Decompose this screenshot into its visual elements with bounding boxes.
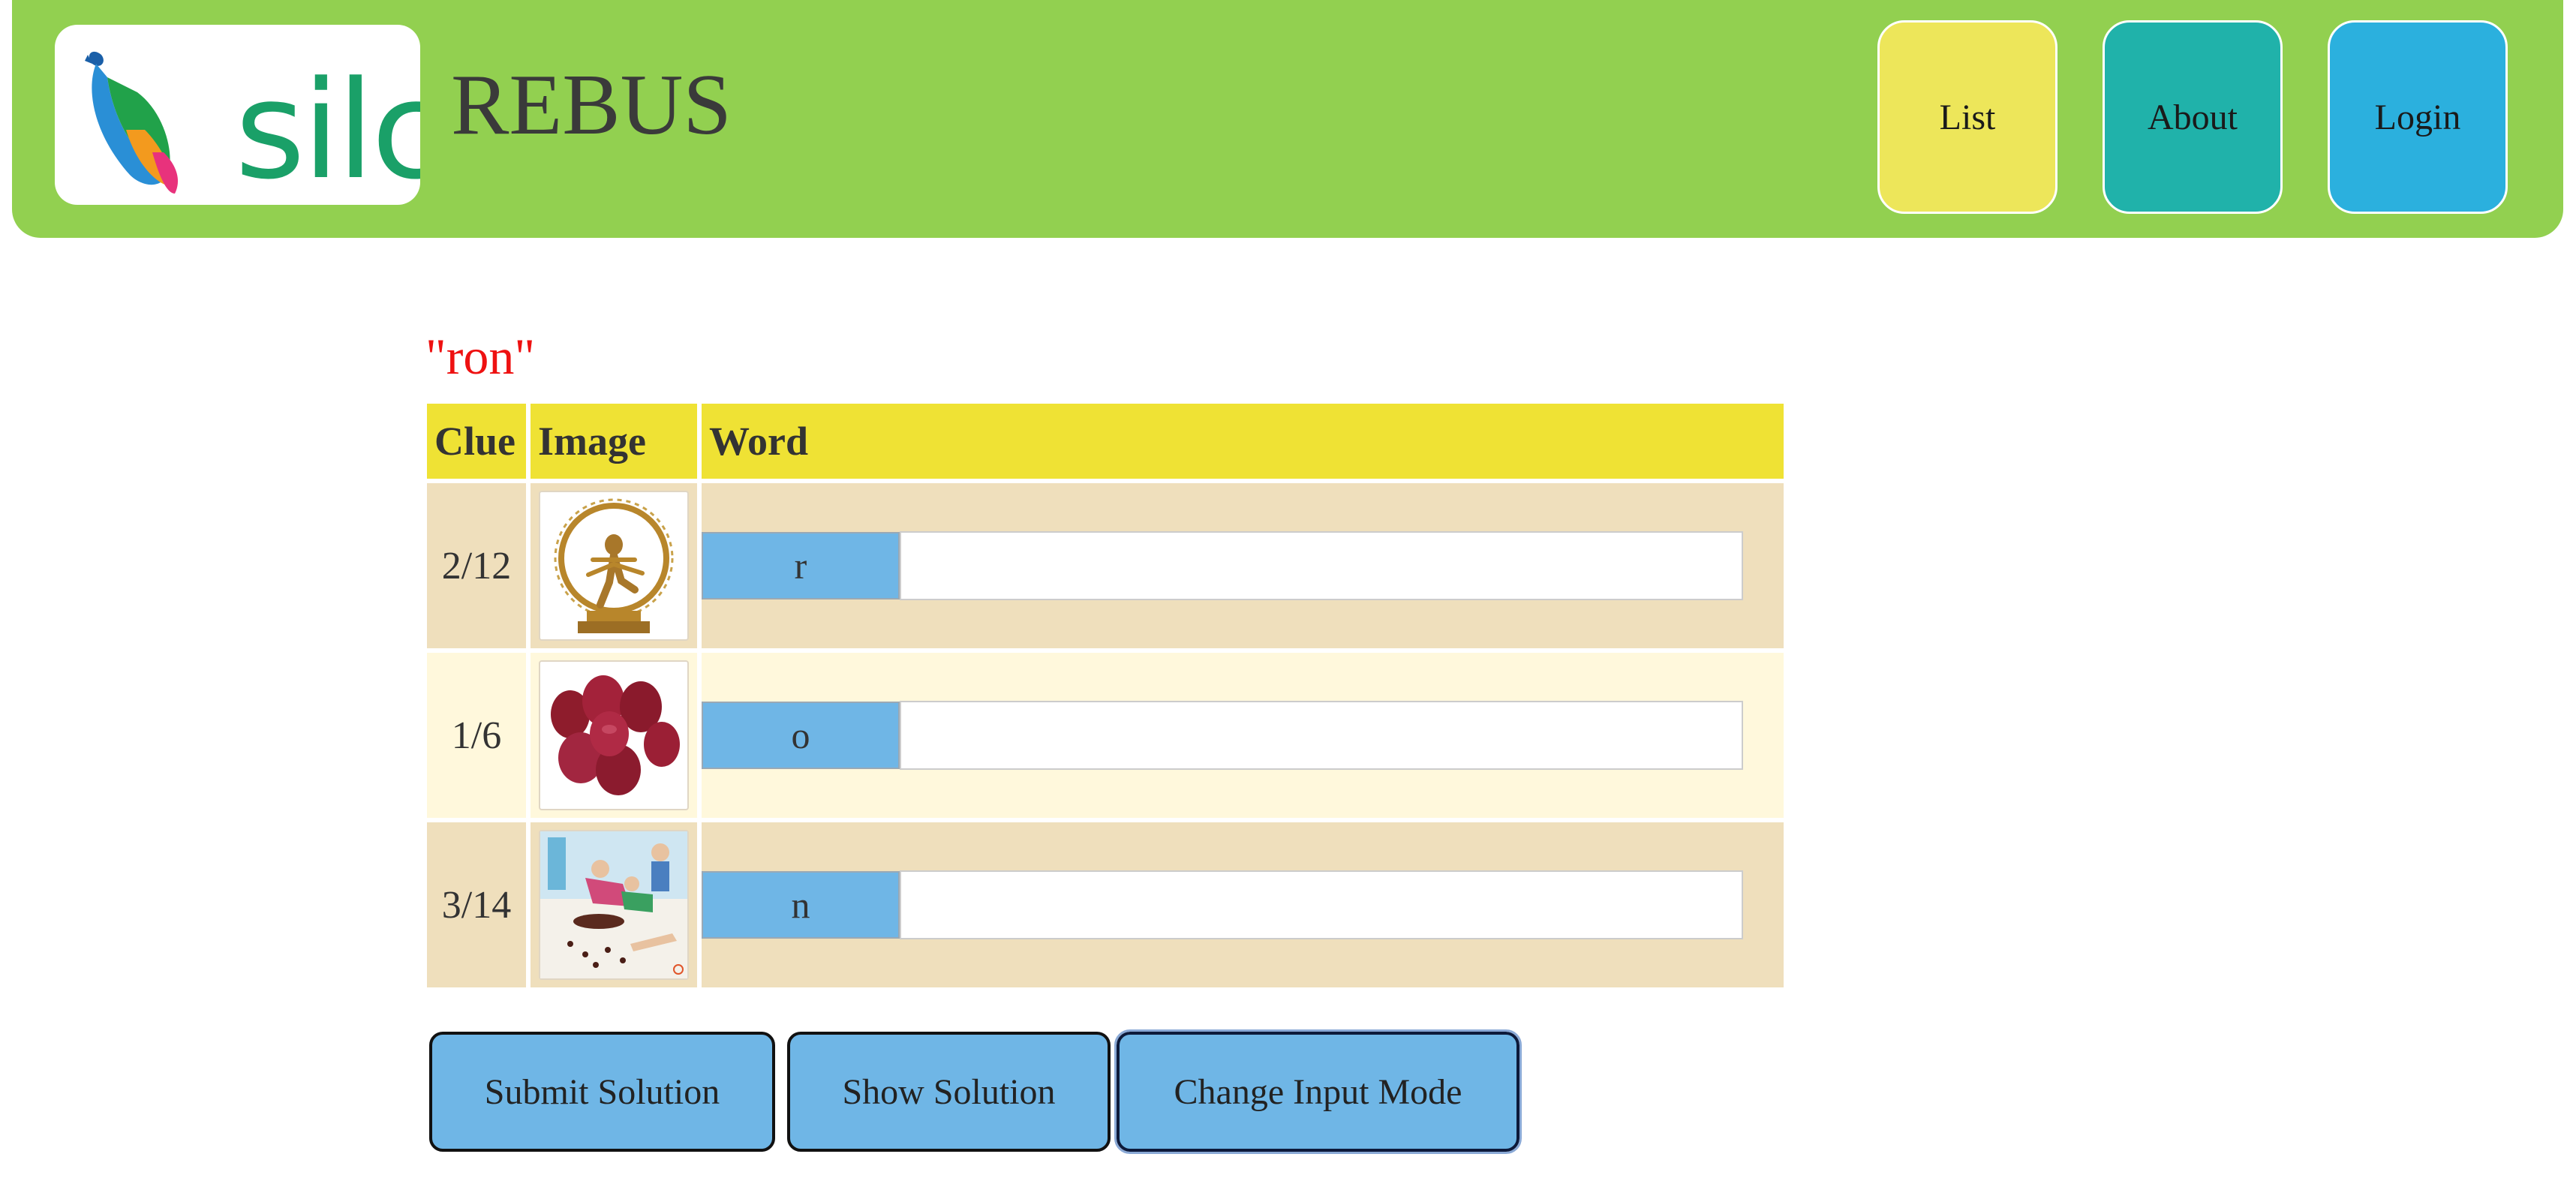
change-input-mode-button[interactable]: Change Input Mode [1114,1029,1522,1154]
clue-cell: 2/12 [427,483,526,648]
app-title: REBUS [451,57,732,153]
silc-logo[interactable]: silc [55,25,420,205]
nav-login-button[interactable]: Login [2328,20,2508,214]
nav-list-button[interactable]: List [1877,20,2057,214]
submit-solution-button[interactable]: Submit Solution [429,1032,775,1152]
column-header-word: Word [702,404,1784,479]
word-input[interactable] [900,701,1743,770]
clue-cell: 3/14 [427,822,526,987]
brand-text: silc [235,53,420,205]
clue-cell: 1/6 [427,653,526,818]
nav-about-button[interactable]: About [2103,20,2283,214]
word-input[interactable] [900,870,1743,939]
show-solution-button[interactable]: Show Solution [787,1032,1111,1152]
red-onions-image [539,660,689,810]
nataraja-statue-image [539,491,689,641]
table-row: 3/14 n [427,822,1784,987]
table-row: 1/6 o [427,653,1784,818]
rebus-table: Clue Image Word 2/12 r 1/6 o 3/14 n [422,399,1788,992]
letter-hint: n [702,871,900,939]
word-input[interactable] [900,531,1743,600]
children-cartoon-image [539,830,689,980]
column-header-clue: Clue [427,404,526,479]
table-row: 2/12 r [427,483,1784,648]
top-header: silc REBUS List About Login [12,0,2563,238]
column-header-image: Image [531,404,697,479]
letter-hint: o [702,702,900,769]
puzzle-word: "ron" [425,328,536,385]
table-header-row: Clue Image Word [427,404,1784,479]
letter-hint: r [702,532,900,600]
